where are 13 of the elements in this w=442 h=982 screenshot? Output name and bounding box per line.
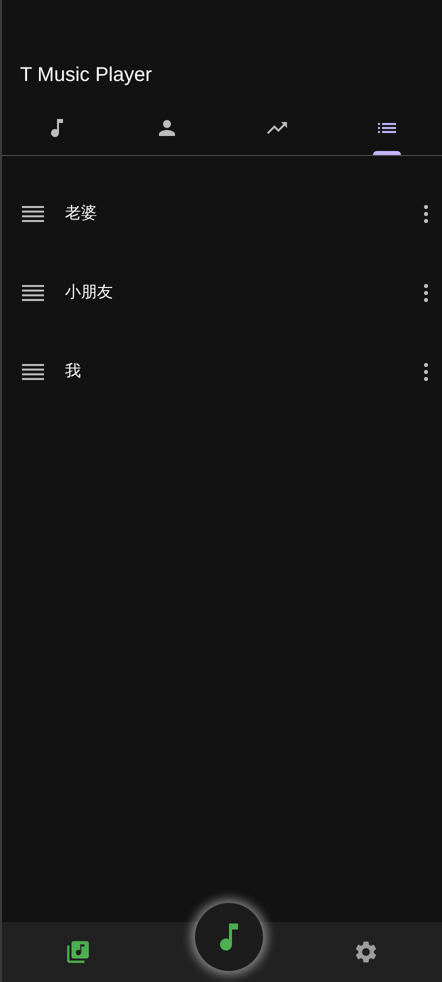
more-options-icon[interactable] (422, 204, 430, 222)
playlist-name[interactable]: 小朋友 (65, 280, 422, 304)
playlist-name[interactable]: 老婆 (65, 202, 422, 226)
music-library-icon (65, 939, 91, 965)
settings-icon (353, 939, 379, 965)
list-lines-icon (22, 364, 44, 380)
more-options-icon[interactable] (422, 362, 430, 380)
app-title: T Music Player (20, 63, 152, 88)
list-lines-icon (22, 206, 44, 222)
tab-indicator (373, 151, 401, 155)
more-options-icon[interactable] (422, 284, 430, 302)
list-lines-icon (22, 284, 44, 300)
playlist-name[interactable]: 我 (65, 360, 422, 384)
